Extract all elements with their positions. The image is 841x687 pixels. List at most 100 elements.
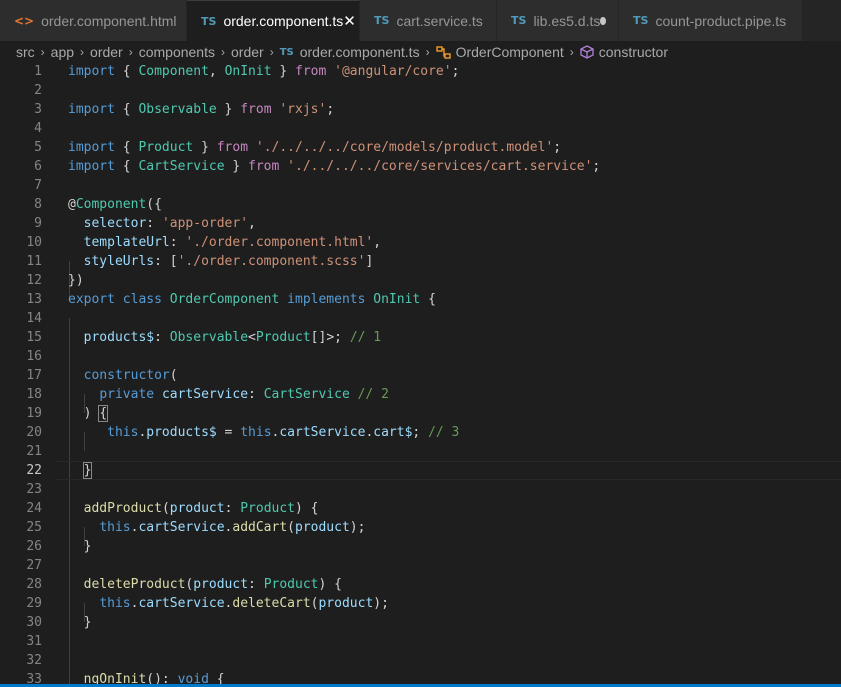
code-token: product (295, 520, 350, 535)
code-token: ; (412, 425, 429, 440)
code-editor[interactable]: 1 import { Component, OnInit } from '@ang… (0, 62, 841, 684)
breadcrumb-item-components[interactable]: components (139, 44, 215, 60)
code-line[interactable]: 27 (0, 556, 841, 575)
code-line[interactable]: 23 (0, 480, 841, 499)
code-token: ; (592, 159, 601, 174)
line-number: 26 (26, 539, 42, 554)
code-token: (): (146, 672, 178, 684)
code-text: } (68, 461, 93, 480)
code-text: private cartService: CartService // 2 (68, 385, 389, 404)
breadcrumb: src › app › order › components › order ›… (0, 41, 841, 63)
code-token: { (114, 64, 139, 79)
line-number: 30 (26, 615, 42, 630)
code-line[interactable]: 12}) (0, 271, 841, 290)
typescript-file-icon: TS (511, 14, 527, 27)
code-line[interactable]: 5 import { Product } from './../../../cor… (0, 138, 841, 157)
code-token: export (68, 292, 115, 307)
code-token: : [ (154, 254, 178, 269)
code-line[interactable]: 18 private cartService: CartService // 2 (0, 385, 841, 404)
code-token: { (98, 405, 109, 422)
code-token: './../../../core/services/cart.service' (287, 159, 593, 174)
code-line[interactable]: 31 (0, 632, 841, 651)
typescript-file-icon: TS (201, 14, 217, 28)
code-token: Product (240, 501, 296, 516)
line-number: 11 (26, 254, 42, 269)
code-line[interactable]: 13 export class OrderComponent implements… (0, 290, 841, 309)
breadcrumb-item-file[interactable]: order.component.ts (300, 44, 420, 60)
code-token: , (208, 64, 225, 79)
tab-cart-service-ts[interactable]: TS cart.service.ts (360, 0, 497, 41)
tab-label: lib.es5.d.ts (533, 12, 601, 29)
code-text: ngOnInit(): void { (68, 670, 225, 684)
code-token: ngOnInit (83, 672, 147, 684)
code-line[interactable]: 16 (0, 347, 841, 366)
code-line[interactable]: 30 } (0, 613, 841, 632)
method-cube-icon (580, 45, 594, 59)
current-line-highlight (56, 461, 841, 480)
line-number: 16 (26, 349, 42, 364)
code-token: : (146, 216, 162, 231)
code-token: Product (255, 330, 311, 345)
code-line[interactable]: 33 ngOnInit(): void { (0, 670, 841, 684)
code-line[interactable]: 6 import { CartService } from './../../..… (0, 157, 841, 176)
code-line[interactable]: 2 (0, 81, 841, 100)
code-line[interactable]: 29 this.cartService.deleteCart(product); (0, 594, 841, 613)
code-token: } (193, 140, 217, 155)
code-token: 'app-order' (161, 216, 249, 231)
code-line[interactable]: 19 ) { (0, 404, 841, 423)
code-line[interactable]: 32 (0, 651, 841, 670)
code-line[interactable]: 26 } (0, 537, 841, 556)
breadcrumb-item-src[interactable]: src (16, 44, 35, 60)
tab-lib-es5-d-ts[interactable]: TS lib.es5.d.ts (497, 0, 619, 41)
code-token: : (248, 577, 264, 592)
breadcrumb-item-constructor[interactable]: constructor (599, 44, 668, 60)
code-line[interactable]: 3 import { Observable } from 'rxjs'; (0, 100, 841, 119)
breadcrumb-item-app[interactable]: app (51, 44, 74, 60)
code-line[interactable]: 17 constructor( (0, 366, 841, 385)
code-line[interactable]: 15 products$: Observable<Product[]>; // … (0, 328, 841, 347)
tab-order-component-html[interactable]: <> order.component.html (0, 0, 187, 41)
code-line[interactable]: 14 (0, 309, 841, 328)
code-token: : (224, 501, 241, 516)
code-line[interactable]: 10 templateUrl: './order.component.html'… (0, 233, 841, 252)
code-text: addProduct(product: Product) { (68, 499, 319, 518)
code-line[interactable]: 24 addProduct(product: Product) { (0, 499, 841, 518)
code-line[interactable]: 8 @Component({ (0, 195, 841, 214)
tab-count-product-pipe-ts[interactable]: TS count-product.pipe.ts (619, 0, 803, 41)
code-token: @ (68, 197, 76, 212)
code-token: cartService (138, 520, 225, 535)
code-line[interactable]: 1 import { Component, OnInit } from '@ang… (0, 62, 841, 81)
breadcrumb-item-order-folder[interactable]: order (231, 44, 264, 60)
code-line[interactable]: 20 this.products$ = this.cartService.car… (0, 423, 841, 442)
tab-order-component-ts[interactable]: TS order.component.ts ✕ (187, 0, 360, 41)
breadcrumb-item-class[interactable]: OrderComponent (456, 44, 564, 60)
line-number: 6 (34, 159, 42, 174)
code-line[interactable]: 28 deleteProduct(product: Product) { (0, 575, 841, 594)
unsaved-dot-icon[interactable] (600, 16, 606, 25)
code-line[interactable]: 7 (0, 176, 841, 195)
code-token: }) (68, 273, 84, 288)
code-line[interactable]: 11 styleUrls: ['./order.component.scss'] (0, 252, 841, 271)
code-token: []>; (310, 330, 350, 345)
line-number: 32 (26, 653, 42, 668)
line-number: 9 (34, 216, 42, 231)
chevron-right-icon: › (425, 45, 430, 59)
code-token: ( (169, 368, 178, 383)
code-line[interactable]: 21 (0, 442, 841, 461)
code-line[interactable]: 25 this.cartService.addCart(product); (0, 518, 841, 537)
code-text: selector: 'app-order', (68, 214, 256, 233)
code-line[interactable]: 9 selector: 'app-order', (0, 214, 841, 233)
code-line[interactable]: 22 } (0, 461, 841, 480)
code-token: } (216, 102, 241, 117)
code-line[interactable]: 4 (0, 119, 841, 138)
close-icon[interactable]: ✕ (343, 12, 356, 30)
chevron-right-icon: › (40, 45, 45, 59)
breadcrumb-item-order[interactable]: order (90, 44, 123, 60)
